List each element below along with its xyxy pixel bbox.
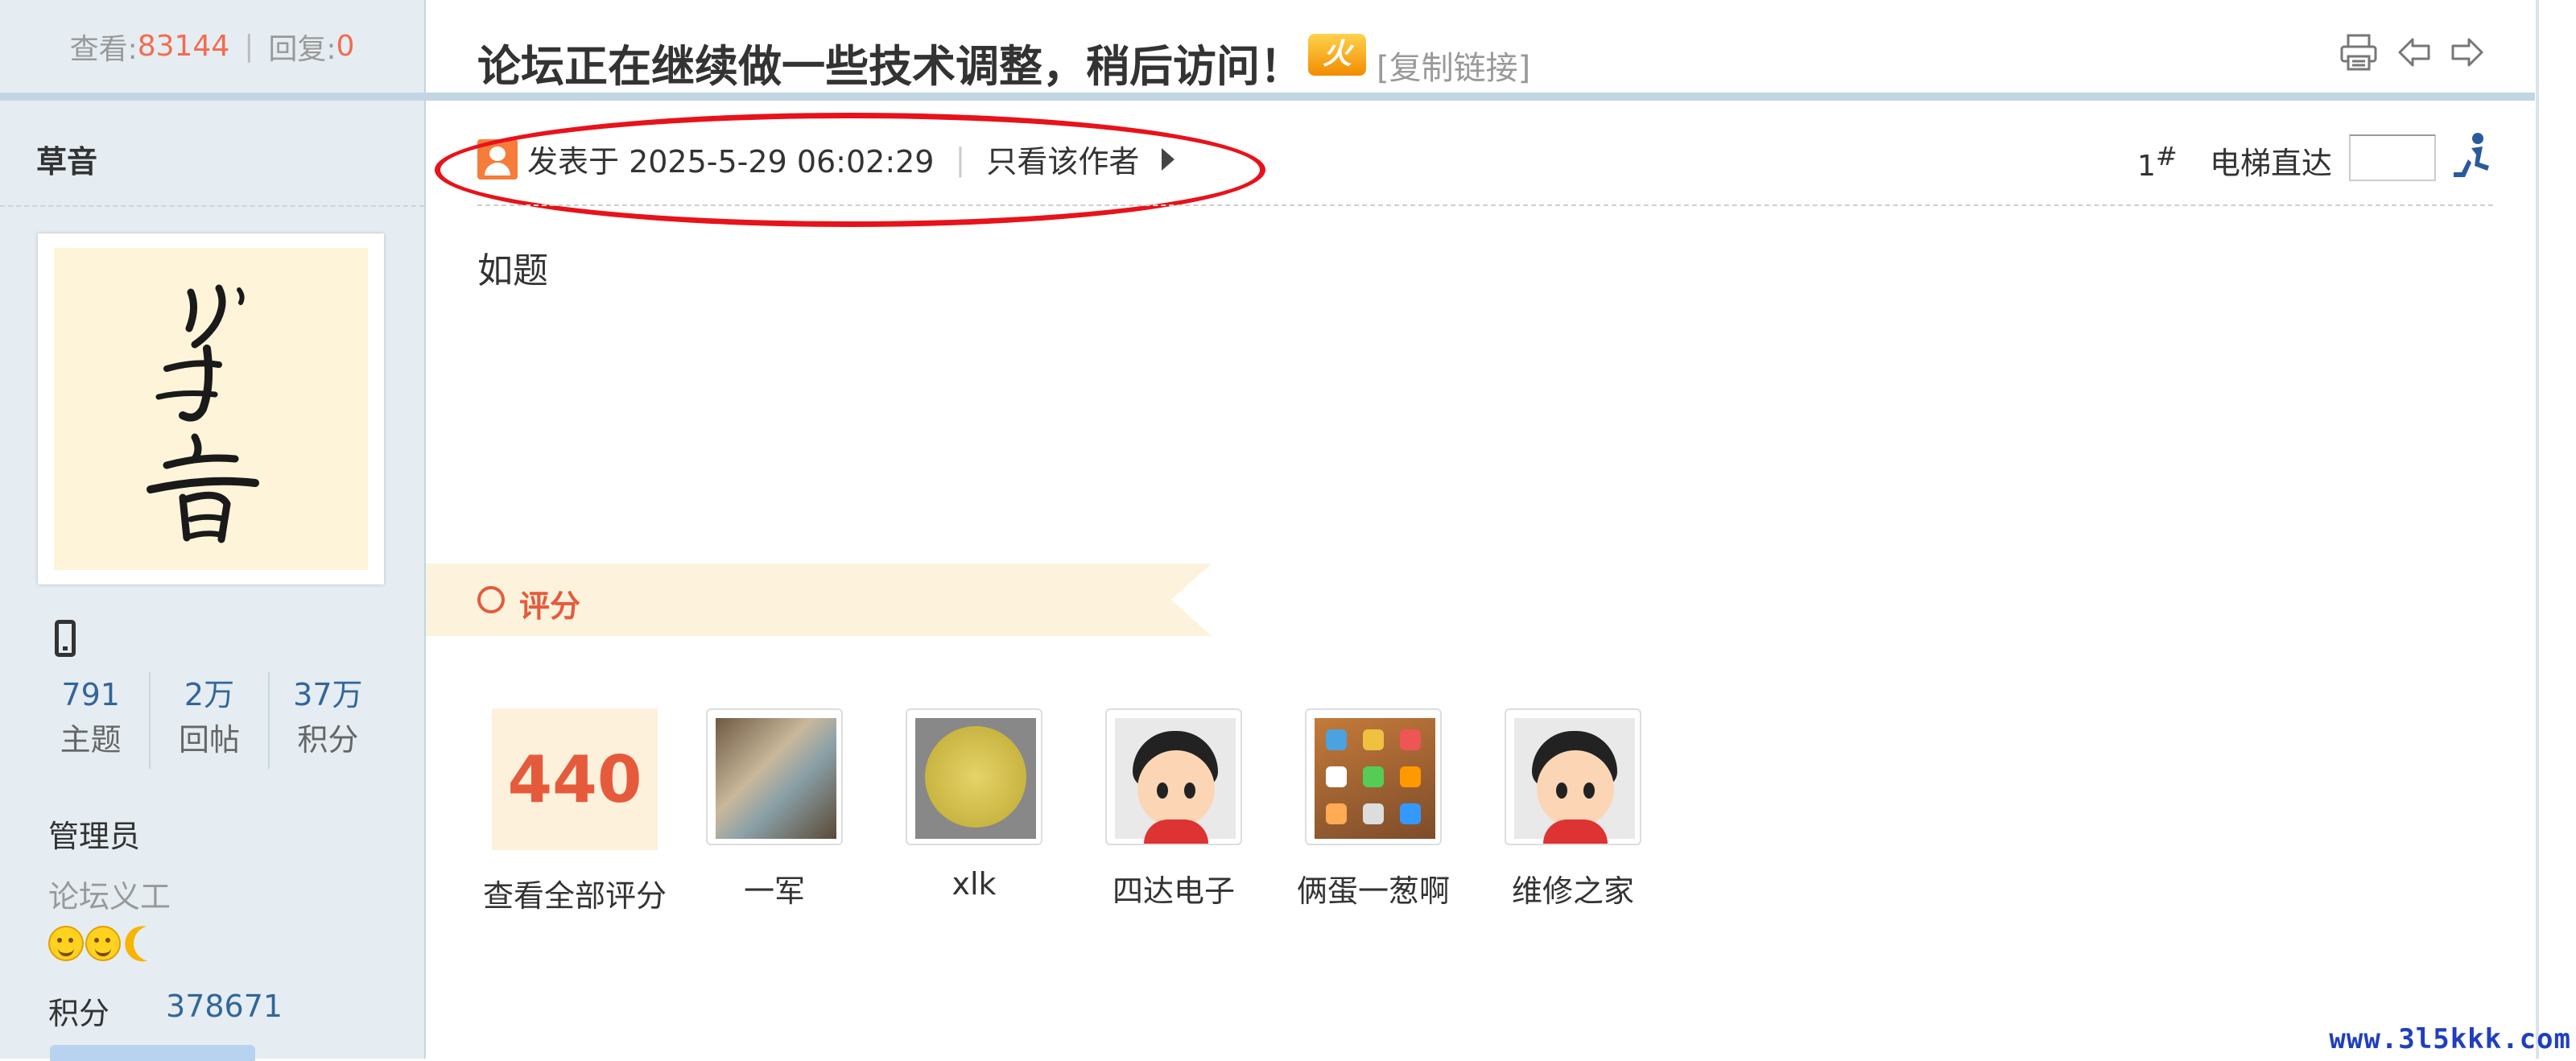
thread-title: 论坛正在继续做一些技术调整，稍后访问！: [477, 41, 1303, 92]
rater-avatar[interactable]: [706, 708, 843, 845]
stat-label: 主题: [60, 722, 122, 758]
smiley-sun-icon: [48, 926, 84, 961]
glass-bottles-image: [716, 718, 836, 839]
rater-item[interactable]: 俩蛋一葱啊: [1274, 708, 1473, 915]
rater-avatar[interactable]: [906, 708, 1042, 845]
score-label: 积分: [48, 996, 110, 1031]
views-label: 查看:: [69, 32, 138, 66]
divider: [0, 205, 424, 207]
rater-name[interactable]: 维修之家: [1473, 866, 1673, 910]
floor-number[interactable]: 1#: [2137, 141, 2178, 183]
hot-badge-icon: 火: [1308, 34, 1366, 76]
rater-name[interactable]: 四达电子: [1074, 866, 1274, 910]
circuit-board-image: [915, 718, 1036, 839]
phone-home-screen-image: [1315, 718, 1435, 839]
elevator-label: 电梯直达: [2210, 146, 2333, 181]
stat-value: 2万: [184, 677, 235, 712]
rating-list: 440 查看全部评分 一军 xlk 四达电子 俩蛋一葱啊 维修之家: [475, 708, 1673, 915]
rater-avatar[interactable]: [1305, 708, 1442, 845]
view-all-ratings-link[interactable]: 查看全部评分: [475, 871, 675, 915]
calligraphy-avatar-image: [54, 248, 368, 570]
replies-count: 0: [336, 30, 355, 63]
replies-label: 回复:: [268, 32, 336, 66]
rater-name[interactable]: xlk: [874, 866, 1074, 902]
post-content: 如题: [477, 250, 548, 291]
watermark: www.3l5kkk.com: [2329, 1023, 2571, 1055]
cartoon-boy-image: [1115, 718, 1236, 844]
moon-icon: [129, 921, 174, 966]
mobile-phone-icon: [55, 620, 76, 657]
rater-item[interactable]: 维修之家: [1473, 708, 1673, 915]
level-medals: [48, 926, 169, 961]
thread-tools: [2339, 32, 2485, 72]
sidebar-button-partial[interactable]: [50, 1045, 255, 1061]
stat-posts[interactable]: 2万 回帖: [151, 672, 270, 769]
thread-stats: 查看: 83144 | 回复: 0: [0, 0, 424, 101]
stats-separator: |: [244, 30, 254, 63]
author-stats: 791 主题 2万 回帖 37万 积分: [32, 672, 386, 769]
rater-item[interactable]: xlk: [874, 708, 1074, 915]
red-highlight-ellipse: [435, 113, 1265, 227]
floor-jump-input[interactable]: [2349, 134, 2436, 181]
author-sidebar: 查看: 83144 | 回复: 0 草音 791 主题 2万 回帖 37万 积分…: [0, 0, 426, 1061]
cartoon-boy-image: [1514, 718, 1635, 844]
previous-thread-icon[interactable]: [2396, 35, 2432, 70]
score-value: 378671: [166, 989, 283, 1024]
elevator-go-icon[interactable]: [2447, 130, 2496, 184]
print-icon[interactable]: [2339, 32, 2379, 72]
floor-mark: #: [2155, 141, 2178, 171]
floor-num: 1: [2137, 150, 2156, 183]
stat-label: 积分: [297, 722, 359, 758]
rating-circle-icon: [477, 586, 505, 613]
rater-name[interactable]: 俩蛋一葱啊: [1274, 866, 1473, 910]
rating-total: 440: [492, 708, 658, 850]
rater-name[interactable]: 一军: [675, 866, 874, 910]
author-avatar[interactable]: [38, 233, 384, 584]
views-count: 83144: [137, 30, 230, 63]
rating-total-item[interactable]: 440 查看全部评分: [475, 708, 675, 915]
user-group[interactable]: 管理员: [48, 811, 140, 856]
forum-post-page: 查看: 83144 | 回复: 0 草音 791 主题 2万 回帖 37万 积分…: [0, 0, 2576, 1061]
rating-label: 评分: [519, 588, 581, 624]
custom-title: 论坛义工: [48, 879, 171, 914]
stat-value: 791: [61, 677, 120, 712]
stat-value: 37万: [293, 677, 363, 712]
stat-threads[interactable]: 791 主题: [32, 672, 151, 769]
author-name-link[interactable]: 草音: [36, 137, 97, 181]
meta-divider: [477, 204, 2493, 206]
rater-avatar[interactable]: [1505, 708, 1641, 845]
stat-label: 回帖: [178, 722, 240, 758]
stat-credits[interactable]: 37万 积分: [270, 672, 386, 769]
copy-link-button[interactable]: [复制链接]: [1377, 42, 1530, 89]
rater-avatar[interactable]: [1105, 708, 1242, 845]
next-thread-icon[interactable]: [2450, 35, 2485, 70]
score-row: 积分 378671: [48, 989, 283, 1033]
smiley-sun-icon: [85, 926, 121, 961]
rater-item[interactable]: 四达电子: [1074, 708, 1274, 915]
page-edge: [2536, 0, 2539, 1059]
rater-item[interactable]: 一军: [675, 708, 874, 915]
